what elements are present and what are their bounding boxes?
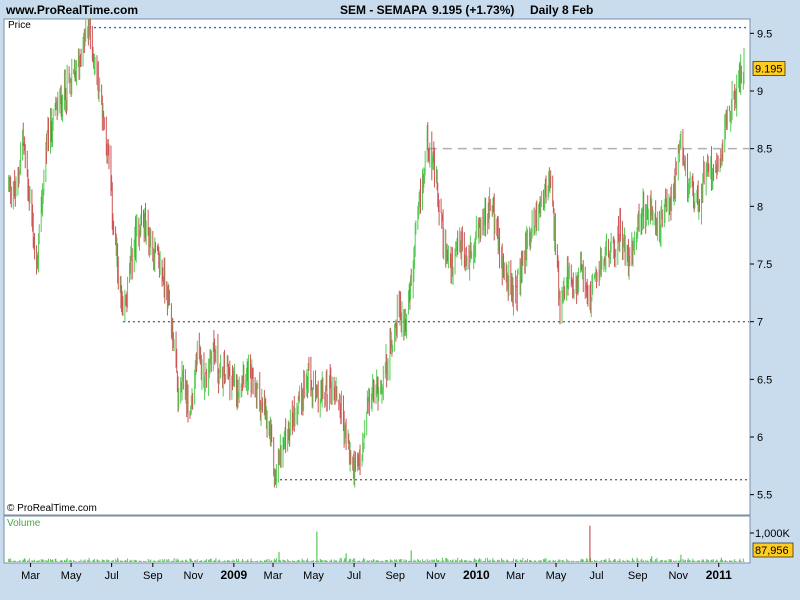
time-tick-label: Mar — [264, 570, 283, 582]
time-tick-label: 2011 — [706, 568, 732, 582]
time-axis: Mar May Jul Sep Nov 2009 Mar May Jul Sep Nov 2010 Ma… — [21, 563, 732, 582]
time-tick-label: Sep — [628, 570, 648, 582]
volume-panel — [3, 515, 751, 564]
price-tick-label: 9 — [757, 86, 763, 98]
time-tick-label: Jul — [590, 570, 604, 582]
time-tick-label: 2009 — [220, 568, 247, 582]
price-tick-label: 9.5 — [757, 28, 772, 40]
time-tick-label: Mar — [506, 570, 525, 582]
price-tick-label: 6.5 — [757, 374, 772, 386]
last-value-label: 9.195 — [755, 64, 783, 76]
price-axis: 5.5 6 6.5 7 7.5 8 8.5 9 9.5 — [750, 28, 772, 502]
time-tick-label: Jul — [347, 570, 361, 582]
time-tick-label: Mar — [21, 570, 40, 582]
time-tick-label: Sep — [385, 570, 405, 582]
time-tick-label: Nov — [668, 570, 688, 582]
price-tick-label: 6 — [757, 432, 763, 444]
time-tick-label: Nov — [426, 570, 446, 582]
volume-panel-label: Volume — [7, 518, 41, 529]
price-tick-label: 8 — [757, 201, 763, 213]
time-tick-label: May — [303, 570, 324, 582]
price-tick-label: 7 — [757, 317, 763, 329]
price-panel — [3, 18, 751, 516]
price-panel-label: Price — [8, 20, 31, 31]
price-tick-label: 8.5 — [757, 144, 772, 156]
time-tick-label: 2010 — [463, 568, 490, 582]
volume-scale-label: 1,000K — [755, 528, 791, 540]
price-tick-label: 7.5 — [757, 259, 772, 271]
price-tick-label: 5.5 — [757, 490, 772, 502]
time-tick-label: Jul — [105, 570, 119, 582]
time-tick-label: May — [546, 570, 567, 582]
time-tick-label: Nov — [184, 570, 204, 582]
copyright-label: © ProRealTime.com — [7, 503, 97, 514]
price-chart: Price 5.5 6 6.5 7 7.5 8 8.5 9 9.5 © ProRealTime.… — [3, 17, 794, 582]
last-value-marker: 9.195 — [752, 61, 786, 76]
volume-last-label: 87,956 — [755, 545, 789, 557]
time-tick-label: May — [61, 570, 82, 582]
time-tick-label: Sep — [143, 570, 163, 582]
